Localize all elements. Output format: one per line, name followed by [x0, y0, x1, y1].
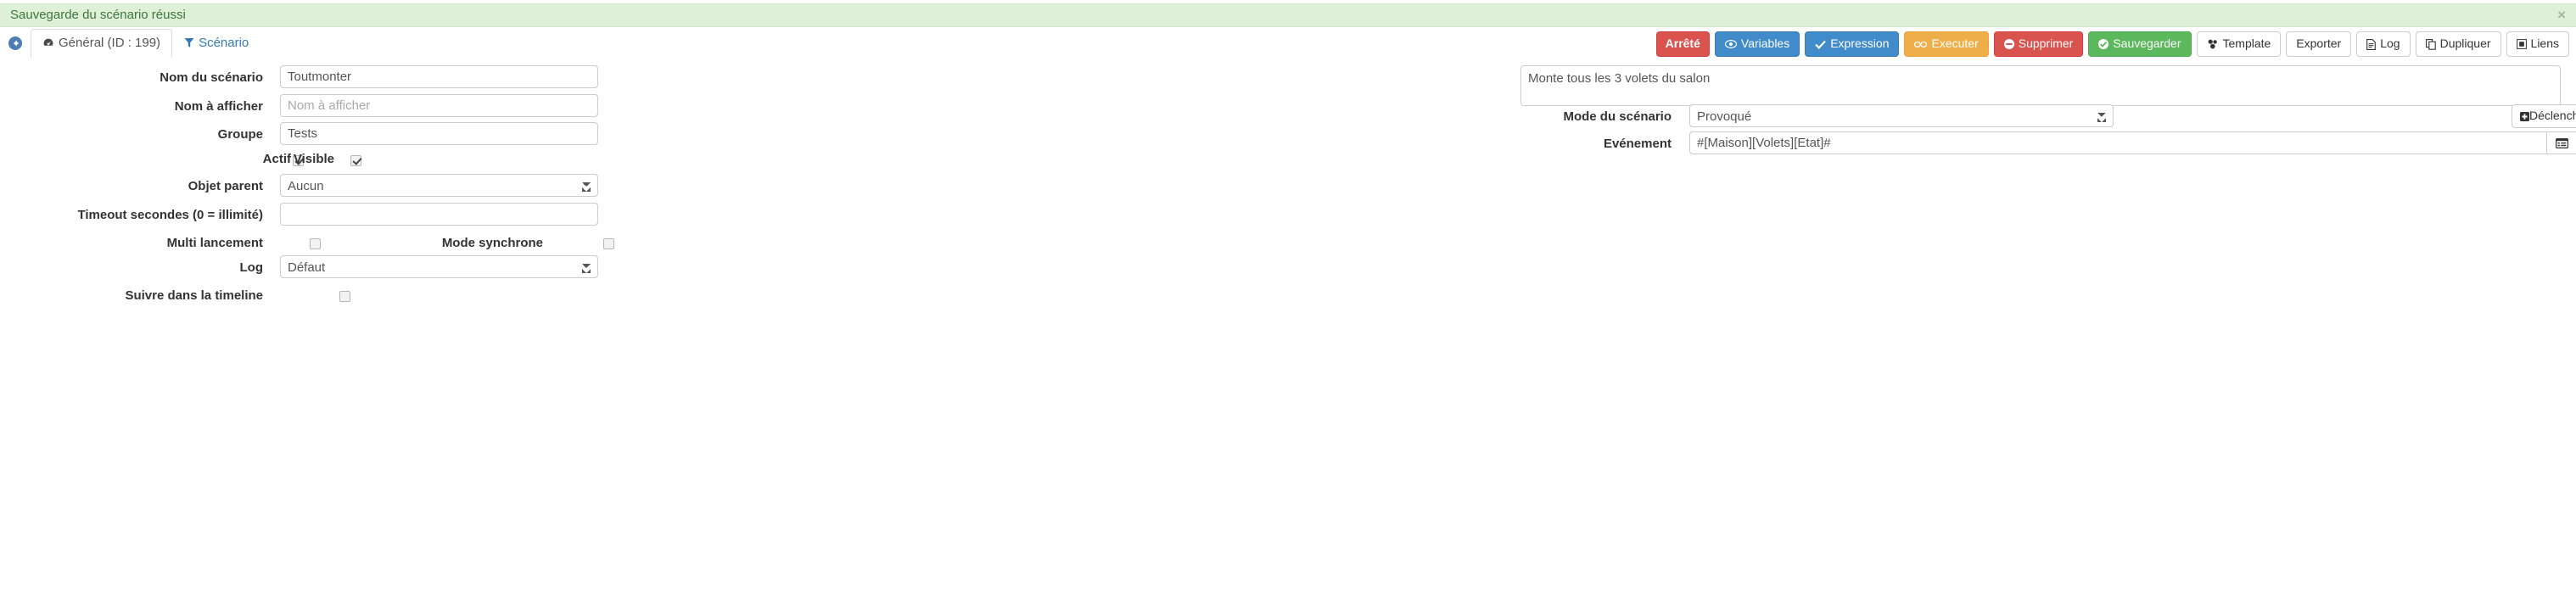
list-alt-icon	[2556, 137, 2568, 148]
scenario-mode-label: Mode du scénario	[1563, 109, 1672, 124]
sync-mode-checkbox[interactable]	[603, 238, 615, 250]
expression-label: Expression	[1830, 36, 1890, 50]
links-button[interactable]: Liens	[2506, 31, 2569, 57]
parent-object-label: Objet parent	[188, 179, 263, 193]
sync-mode-label: Mode synchrone	[441, 236, 543, 250]
duplicate-label: Dupliquer	[2439, 36, 2491, 50]
expression-button[interactable]: Expression	[1805, 31, 1900, 57]
group-input[interactable]	[280, 122, 598, 145]
save-button[interactable]: Sauvegarder	[2088, 31, 2192, 57]
trigger-button[interactable]: Déclencheur	[2512, 104, 2576, 128]
scenario-name-label: Nom du scénario	[160, 70, 263, 85]
action-toolbar: Arrêté Variables Expression Executer Sup…	[1655, 31, 2569, 57]
template-button[interactable]: Template	[2196, 31, 2282, 57]
form-right-column: Monte tous les 3 volets du salon Mode du…	[1288, 58, 2576, 592]
scenario-mode-select[interactable]: Provoqué	[1689, 104, 2114, 127]
export-button[interactable]: Exporter	[2286, 31, 2352, 57]
copy-icon	[2425, 38, 2436, 50]
check-icon	[1815, 40, 1826, 49]
log-label: Log	[239, 260, 264, 275]
duplicate-button[interactable]: Dupliquer	[2415, 31, 2501, 57]
scenario-form: Nom du scénario Nom à afficher Groupe Ac…	[0, 58, 2576, 592]
alert-message: Sauvegarde du scénario réussi	[10, 8, 186, 22]
group-label: Groupe	[217, 127, 263, 142]
description-textarea[interactable]: Monte tous les 3 volets du salon	[1520, 65, 2561, 106]
link-square-icon	[2516, 39, 2527, 50]
tab-scenario-label: Scénario	[199, 36, 249, 50]
log-button[interactable]: Log	[2356, 31, 2411, 57]
timeout-input[interactable]	[280, 203, 598, 226]
file-text-icon	[2366, 38, 2377, 50]
tab-general[interactable]: Général (ID : 199)	[31, 29, 173, 58]
trigger-label: Déclencheur	[2529, 109, 2576, 122]
tab-general-label: Général (ID : 199)	[59, 36, 161, 50]
log-select[interactable]: Défaut	[280, 255, 598, 278]
filter-icon	[184, 36, 194, 51]
form-left-column: Nom du scénario Nom à afficher Groupe Ac…	[0, 58, 1288, 592]
display-name-label: Nom à afficher	[174, 99, 263, 114]
links-label: Liens	[2530, 36, 2559, 50]
link-icon	[1914, 41, 1928, 48]
template-label: Template	[2222, 36, 2271, 50]
execute-label: Executer	[1931, 36, 1979, 50]
delete-button[interactable]: Supprimer	[1993, 31, 2084, 57]
log-label: Log	[2380, 36, 2400, 50]
parent-object-select[interactable]: Aucun	[280, 174, 598, 197]
event-list-button[interactable]	[2546, 131, 2576, 154]
visible-checkbox[interactable]	[350, 155, 362, 167]
timeline-label: Suivre dans la timeline	[125, 288, 263, 303]
variables-label: Variables	[1740, 36, 1790, 50]
execute-button[interactable]: Executer	[1904, 31, 1989, 57]
tab-list: Général (ID : 199) Scénario	[31, 29, 260, 58]
check-circle-icon	[2098, 39, 2109, 50]
visible-label: Visible	[293, 152, 334, 166]
arrow-circle-left-icon[interactable]	[8, 36, 22, 50]
plus-square-icon	[2520, 111, 2529, 121]
event-input[interactable]	[1689, 131, 2546, 154]
variables-button[interactable]: Variables	[1714, 31, 1800, 57]
scenario-name-input[interactable]	[280, 65, 598, 88]
delete-label: Supprimer	[2018, 36, 2074, 50]
status-badge: Arrêté	[1655, 31, 1710, 57]
event-label: Evénement	[1603, 137, 1672, 151]
tab-scenario[interactable]: Scénario	[172, 29, 260, 58]
eye-icon	[1724, 40, 1737, 49]
dashboard-icon	[42, 36, 54, 51]
timeline-checkbox[interactable]	[339, 291, 350, 303]
save-label: Sauvegarder	[2113, 36, 2181, 50]
sitemap-icon	[2207, 39, 2219, 49]
display-name-input[interactable]	[280, 94, 598, 117]
event-input-group	[1689, 131, 2576, 154]
alert-banner: Sauvegarde du scénario réussi ×	[0, 3, 2576, 27]
minus-circle-icon	[2003, 39, 2014, 50]
alert-close-button[interactable]: ×	[2557, 6, 2566, 25]
export-label: Exporter	[2296, 36, 2342, 50]
timeout-label: Timeout secondes (0 = illimité)	[77, 208, 263, 222]
top-bar: Général (ID : 199) Scénario Arrêté Varia…	[0, 29, 2576, 58]
